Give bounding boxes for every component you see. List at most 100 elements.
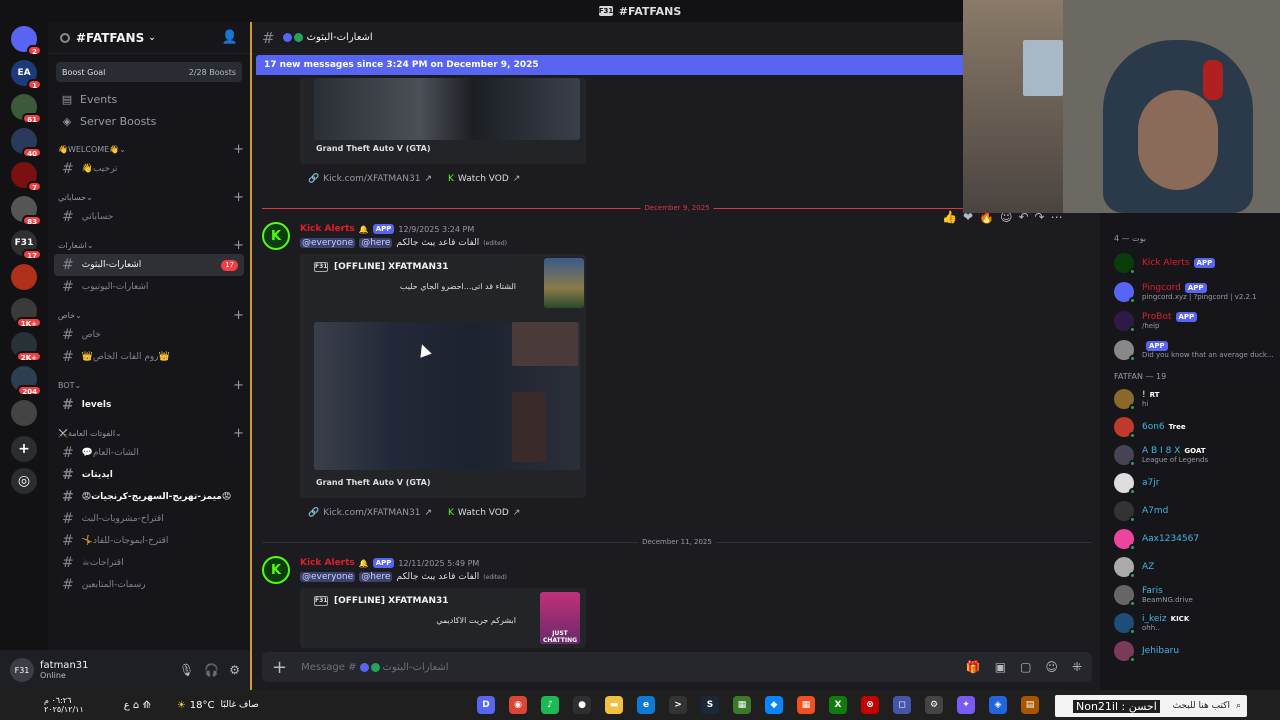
channel-item[interactable]: # 🤸اقترح-ايموجات-للفاد — [54, 530, 244, 552]
avatar[interactable]: K — [262, 222, 290, 250]
thumbs-up-icon[interactable]: 👍 — [942, 210, 957, 224]
author-name[interactable]: Kick Alerts — [300, 224, 355, 234]
app-icon[interactable]: ◆ — [765, 696, 783, 714]
spotify-icon[interactable]: ♪ — [541, 696, 559, 714]
category-header[interactable]: حساباتي ⌄ + — [48, 188, 250, 206]
avatar[interactable]: K — [262, 556, 290, 584]
channel-item[interactable]: # خاص — [54, 324, 244, 346]
channel-item[interactable]: # levels — [54, 394, 244, 416]
channel-item[interactable]: # 💬الشات-العام — [54, 442, 244, 464]
create-channel-icon[interactable]: + — [233, 378, 244, 393]
xbox-icon[interactable]: X — [829, 696, 847, 714]
create-channel-icon[interactable]: + — [233, 308, 244, 323]
apps-icon[interactable]: ⁜ — [1072, 660, 1082, 674]
chrome-icon[interactable]: ◉ — [509, 696, 527, 714]
watch-vod-button[interactable]: K Watch VOD ↗ — [448, 169, 520, 189]
store-icon[interactable]: ▦ — [797, 696, 815, 714]
channel-item[interactable]: # 👑روم الفات الخاص👑 — [54, 346, 244, 368]
author-name[interactable]: Kick Alerts — [300, 558, 355, 568]
add-attachment-icon[interactable]: + — [272, 657, 287, 678]
add-server-icon[interactable]: + — [11, 436, 37, 462]
mention-everyone[interactable]: @everyone — [300, 572, 356, 582]
channel-item[interactable]: # حساباتي — [54, 206, 244, 228]
server-icon[interactable]: 7 — [11, 162, 42, 192]
steam-icon[interactable]: S — [701, 696, 719, 714]
sticker-icon[interactable]: ▢ — [1020, 660, 1031, 674]
member-item[interactable]: ! RT hi — [1114, 386, 1276, 412]
server-icon[interactable]: 2K+ — [11, 332, 42, 362]
member-item[interactable]: Kick Alerts APP — [1114, 250, 1276, 276]
member-item[interactable]: ProBot APP/help — [1114, 308, 1276, 334]
channel-item[interactable]: # اقتراح-مشروبات-البث — [54, 508, 244, 530]
server-icon[interactable]: F31 17 — [11, 230, 42, 260]
mention-everyone[interactable]: @everyone — [300, 238, 356, 248]
app-icon[interactable]: ◈ — [989, 696, 1007, 714]
app-icon[interactable]: ⊗ — [861, 696, 879, 714]
server-icon[interactable]: 83 — [11, 196, 42, 226]
channel-item[interactable]: # ايديتات — [54, 464, 244, 486]
gear-icon[interactable]: ⚙ — [229, 663, 240, 677]
member-item[interactable]: Pingcord APP pingcord.xyz | ?pingcord | v2… — [1114, 279, 1276, 305]
guild-header[interactable]: #FATFANS ⌄ 👤 — [48, 22, 250, 54]
channel-item[interactable]: # رسمات-المتابعين — [54, 574, 244, 596]
channel-item[interactable]: # 👋ترحيب — [54, 158, 244, 180]
category-header[interactable]: 👋WELCOME👋 ⌄ + — [48, 140, 250, 158]
add-member-icon[interactable]: 👤 — [222, 30, 238, 45]
terminal-icon[interactable]: > — [669, 696, 687, 714]
system-tray-icons[interactable]: ع ⌂ ⟰ — [124, 700, 151, 711]
server-icon[interactable] — [11, 400, 37, 426]
category-header[interactable]: ⚔️الفوتات العامة ⌄ + — [48, 424, 250, 442]
category-header[interactable]: BOT ⌄ + — [48, 376, 250, 394]
channel-item[interactable]: # اشعارات-اليوتيوب — [54, 276, 244, 298]
create-channel-icon[interactable]: + — [233, 142, 244, 157]
gif-icon[interactable]: ▣ — [995, 660, 1006, 674]
folder-icon[interactable]: ▬ — [605, 696, 623, 714]
kick-link[interactable]: 🔗 Kick.com/XFATMAN31 ↗ — [308, 169, 432, 189]
channel-item[interactable]: # اشعارات-البثوث 17 — [54, 254, 244, 276]
gift-icon[interactable]: 🎁 — [966, 660, 981, 674]
server-boosts-nav[interactable]: ◈ Server Boosts — [48, 110, 250, 132]
member-item[interactable]: 6on6 Tree — [1114, 414, 1276, 440]
boost-goal-bar[interactable]: Boost Goal 2/28 Boosts — [56, 62, 242, 82]
mention-here[interactable]: @here — [359, 238, 393, 248]
server-icon[interactable]: EA 1 — [11, 60, 42, 90]
app-icon[interactable]: ▤ — [1021, 696, 1039, 714]
create-channel-icon[interactable]: + — [233, 426, 244, 441]
settings-icon[interactable]: ⚙ — [925, 696, 943, 714]
member-item[interactable]: Aax1234567 — [1114, 526, 1276, 552]
watch-vod-button[interactable]: K Watch VOD ↗ — [448, 503, 520, 523]
category-header[interactable]: خاص ⌄ + — [48, 306, 250, 324]
server-icon[interactable]: 61 — [11, 94, 42, 124]
obs-icon[interactable]: ● — [573, 696, 591, 714]
avatar[interactable]: F31 — [10, 658, 34, 682]
member-item[interactable]: A7md — [1114, 498, 1276, 524]
copilot-icon[interactable]: ✦ — [957, 696, 975, 714]
stream-thumbnail[interactable] — [314, 322, 580, 470]
member-item[interactable]: Jehibaru — [1114, 638, 1276, 664]
member-item[interactable]: A B I 8 X GOAT League of Legends — [1114, 442, 1276, 468]
taskbar-search[interactable]: Non21il : احسن اكتب هنا للبحث ⌕ — [1055, 695, 1247, 717]
server-icon[interactable]: 1K+ — [11, 298, 42, 328]
member-item[interactable]: a7jr — [1114, 470, 1276, 496]
server-icon[interactable]: 204 — [11, 366, 42, 396]
discord-icon[interactable]: 2 — [11, 26, 42, 56]
mention-here[interactable]: @here — [359, 572, 393, 582]
discover-icon[interactable]: ◎ — [11, 468, 37, 494]
member-item[interactable]: APP Did you know that an average duck... — [1114, 337, 1276, 363]
stream-thumbnail[interactable] — [314, 78, 580, 140]
message-composer[interactable]: + Message # اشعارات-البثوث 🎁 ▣ ▢ ☺ ⁜ — [262, 652, 1092, 682]
events-nav[interactable]: ▤ Events — [48, 88, 250, 110]
embed-title[interactable]: [OFFLINE] XFATMAN31 — [334, 262, 449, 272]
server-icon[interactable]: 40 — [11, 128, 42, 158]
kick-link[interactable]: 🔗 Kick.com/XFATMAN31 ↗ — [308, 503, 432, 523]
channel-item[interactable]: # 😡ميمز-تهريج-السهريج-كرنجيات😡 — [54, 486, 244, 508]
headphones-icon[interactable]: 🎧 — [204, 663, 219, 677]
edge-icon[interactable]: e — [637, 696, 655, 714]
discord-app-icon[interactable]: D — [477, 696, 495, 714]
minecraft-icon[interactable]: ▦ — [733, 696, 751, 714]
member-item[interactable]: Faris BeamNG.drive — [1114, 582, 1276, 608]
member-item[interactable]: AZ — [1114, 554, 1276, 580]
emoji-icon[interactable]: ☺ — [1045, 660, 1058, 674]
server-icon[interactable] — [11, 264, 37, 290]
app-icon[interactable]: ◻ — [893, 696, 911, 714]
